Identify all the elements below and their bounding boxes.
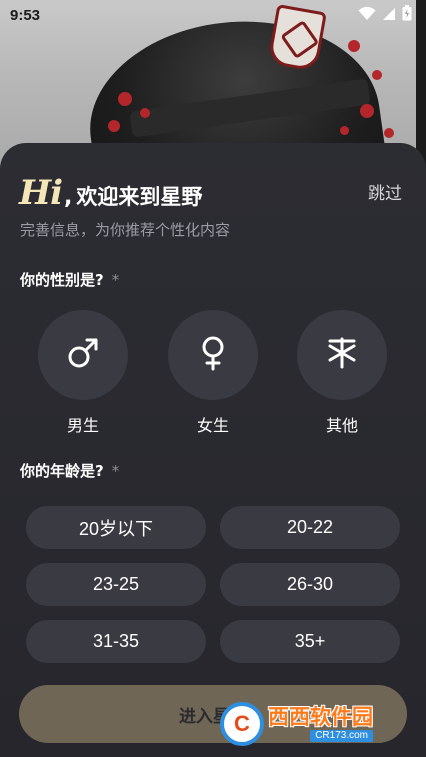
flower-decoration [384,128,394,138]
required-mark: * [111,462,120,480]
gender-circle[interactable] [38,310,128,400]
age-option-31-35[interactable]: 31-35 [26,620,206,663]
welcome-subtitle: 完善信息，为你推荐个性化内容 [20,221,231,239]
welcome-title: 欢迎来到星野 [76,185,203,209]
status-icons [358,5,412,25]
gender-option-other[interactable]: 其他 [297,310,387,436]
age-option-26-30[interactable]: 26-30 [220,563,400,606]
age-option-20-22[interactable]: 20-22 [220,506,400,549]
gender-label-male: 男生 [66,416,99,435]
wifi-icon [358,6,376,25]
flower-decoration [340,126,349,135]
gender-circle[interactable] [297,310,387,400]
skip-button[interactable]: 跳过 [368,179,402,204]
other-gender-icon [325,336,359,374]
flower-decoration [118,92,132,106]
watermark-main-text: 西西软件园 [268,704,373,729]
age-option-35-plus[interactable]: 35+ [220,620,400,663]
site-watermark: C 西西软件园 CR173.com [220,700,410,748]
flower-decoration [140,108,150,118]
profile-setup-sheet: Hi , 欢迎来到星野 跳过 完善信息，为你推荐个性化内容 你的性别是? * 男生 [0,143,426,757]
status-time: 9:53 [10,6,41,24]
flower-decoration [372,70,382,80]
status-bar: 9:53 [0,0,426,30]
gender-label-female: 女生 [196,416,229,435]
age-question-text: 你的年龄是? [20,462,104,480]
hi-logo: Hi [19,173,63,213]
age-option-under-20[interactable]: 20岁以下 [26,506,206,549]
flower-decoration [360,104,374,118]
flower-decoration [108,120,120,132]
gender-question-text: 你的性别是? [20,271,104,289]
female-icon [196,335,230,375]
required-mark: * [111,271,120,289]
gender-circle[interactable] [168,310,258,400]
flower-decoration [348,40,360,52]
signal-icon [382,6,396,25]
hi-comma: , [64,185,73,210]
age-question: 你的年龄是? * [20,460,119,481]
watermark-text-group: 西西软件园 CR173.com [268,704,373,742]
welcome-heading: Hi , 欢迎来到星野 [19,173,202,213]
male-icon [66,336,100,374]
gender-option-male[interactable]: 男生 [38,310,128,436]
battery-icon [402,5,412,25]
watermark-sub-text: CR173.com [310,729,373,742]
gender-label-other: 其他 [325,416,358,435]
age-option-23-25[interactable]: 23-25 [26,563,206,606]
gender-question: 你的性别是? * [20,269,119,290]
gender-option-female[interactable]: 女生 [168,310,258,436]
watermark-logo: C [220,702,264,746]
